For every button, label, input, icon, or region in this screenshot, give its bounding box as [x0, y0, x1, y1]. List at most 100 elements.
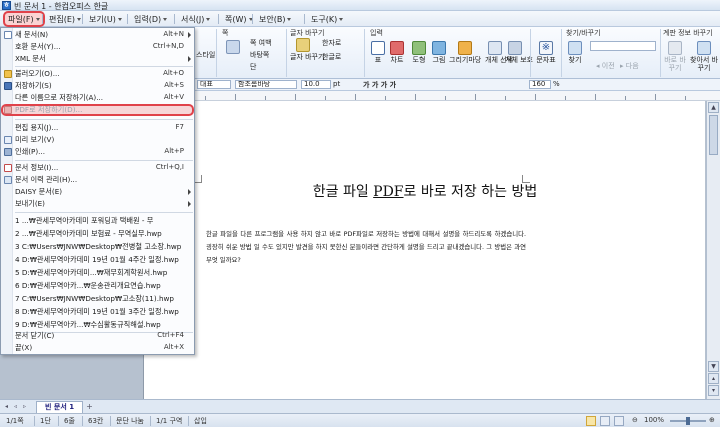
margin-button[interactable]	[220, 40, 246, 55]
menu-item-save[interactable]: 저장하기(S) Alt+S	[1, 80, 194, 92]
horizontal-ruler[interactable]	[195, 91, 720, 101]
submenu-arrow-icon	[188, 189, 191, 195]
multi-column-button[interactable]: 쪽 여백	[250, 39, 272, 47]
picture-icon	[432, 41, 446, 55]
menu-format[interactable]: 서식(J)	[177, 13, 214, 25]
menu-item-label: 끝(X)	[15, 343, 33, 352]
drawing-gallery-button[interactable]: 그리기마당	[449, 41, 481, 64]
scroll-down-icon[interactable]: ▼	[708, 361, 719, 372]
table-button[interactable]: 표	[370, 41, 386, 64]
menu-item-xml-document[interactable]: XML 문서	[1, 53, 194, 65]
quick-replace-button[interactable]: 바로 바꾸기	[662, 41, 688, 72]
menu-item-new-document[interactable]: 새 문서(N) Alt+N	[1, 29, 194, 41]
chevron-down-icon	[117, 18, 122, 21]
shape-button[interactable]: 도형	[410, 41, 428, 64]
char-map-button[interactable]: ※ 문자표	[534, 41, 558, 64]
find-prev-button[interactable]: ◂ 이전	[596, 62, 615, 70]
menu-item-recent-8[interactable]: 8 D:₩관세무역아카데미 19년 01월 3주간 일정.hwp	[1, 306, 194, 318]
menu-item-label: 미리 보기(V)	[15, 135, 55, 144]
menu-item-recent-3[interactable]: 3 C:₩Users₩JNW₩Desktop₩전병철 고소장.hwp	[1, 241, 194, 253]
menu-item-page-setup[interactable]: 편집 용지(J)... F7	[1, 122, 194, 134]
view-mode-icon[interactable]	[586, 416, 596, 426]
prev-page-icon[interactable]: ▴	[708, 373, 719, 384]
menu-item-print[interactable]: 인쇄(P)... Alt+P	[1, 146, 194, 158]
font-size-input[interactable]: 10.0	[301, 80, 331, 89]
find-replace-icon	[697, 41, 711, 55]
bold-italic-underline-buttons[interactable]: 가 가 가 가	[363, 80, 396, 90]
font-size-unit: pt	[333, 80, 341, 88]
zoom-slider-handle[interactable]	[686, 417, 690, 425]
layout-view-icon[interactable]	[600, 416, 610, 426]
char-convert-button[interactable]: 글자 바꾸기	[290, 38, 324, 61]
menu-file[interactable]: 파일(F)	[3, 11, 45, 27]
menu-tools-label: 도구(K)	[311, 15, 338, 24]
menu-item-recent-4[interactable]: 4 D:₩관세무역아카데미 19년 01월 4주간 일정.hwp	[1, 254, 194, 266]
add-tab-icon[interactable]: +	[86, 403, 93, 411]
menu-item-history[interactable]: 문서 이력 관리(H)...	[1, 174, 194, 186]
document-title-part: 한글 파일	[312, 184, 374, 200]
menu-item-recent-6[interactable]: 6 D:₩관세무역아카...₩운송관리개요연습.hwp	[1, 280, 194, 292]
hanja-button[interactable]: 한자로	[322, 39, 341, 47]
find-replace-button[interactable]: 찾아서 바꾸기	[690, 41, 718, 72]
picture-button[interactable]: 그림	[430, 41, 448, 64]
menu-insert[interactable]: 입력(D)	[130, 13, 171, 25]
menu-item-save-as[interactable]: 다른 이름으로 저장하기(A)... Alt+V	[1, 92, 194, 104]
page-view-icon[interactable]	[614, 416, 624, 426]
tab-first-icon[interactable]: ◂	[3, 403, 10, 410]
menu-item-daisy[interactable]: DAISY 문서(E)	[1, 186, 194, 198]
ribbon-separator	[530, 29, 531, 77]
menu-item-recent-7[interactable]: 7 C:₩Users₩JNW₩Desktop₩고소장(11).hwp	[1, 293, 194, 305]
background-page-button[interactable]: 바탕쪽	[250, 51, 269, 59]
menu-item-recent-1[interactable]: 1 ...₩관세무역아카데미 포워딩과 택배원 - 무	[1, 215, 194, 227]
scrollbar-thumb[interactable]	[709, 115, 718, 155]
menu-view[interactable]: 보기(U)	[85, 13, 126, 25]
menu-edit[interactable]: 편집(E)	[45, 13, 85, 25]
menu-security[interactable]: 보안(B)	[255, 13, 295, 25]
menu-item-compat-document[interactable]: 호환 문서(Y)... Ctrl+N,D	[1, 41, 194, 53]
find-input[interactable]	[590, 41, 656, 51]
document-page[interactable]: 한글 파일 PDF로 바로 저장 하는 방법 한글 파일을 다른 프로그램을 사…	[143, 101, 705, 399]
zoom-unit: %	[553, 80, 560, 88]
zoom-out-icon[interactable]: ⊖	[632, 416, 638, 424]
find-button[interactable]: 찾기	[566, 41, 584, 64]
menu-item-exit[interactable]: 끝(X) Alt+X	[1, 342, 194, 354]
hangul-button[interactable]: 한글로	[322, 53, 341, 61]
menu-item-send[interactable]: 보내기(E)	[1, 198, 194, 210]
object-protect-button[interactable]: 개체 보호	[505, 41, 533, 64]
document-title[interactable]: 한글 파일 PDF로 바로 저장 하는 방법	[144, 181, 706, 201]
status-separator	[34, 416, 35, 426]
ruler-tick	[655, 94, 656, 100]
next-page-icon[interactable]: ▾	[708, 385, 719, 396]
menu-item-label: XML 문서	[15, 54, 46, 63]
menu-separator	[15, 160, 193, 161]
find-next-button[interactable]: ▸ 다음	[620, 62, 639, 70]
status-insert-mode[interactable]: 삽입	[194, 416, 207, 426]
document-body-text[interactable]: 한글 파일을 다른 프로그램을 사용 하지 않고 바로 PDF파일로 저장하는 …	[206, 228, 526, 267]
menu-tools[interactable]: 도구(K)	[307, 13, 347, 25]
column-split-button[interactable]: 단	[250, 63, 256, 71]
tab-next-icon[interactable]: ▹	[21, 403, 28, 410]
zoom-select[interactable]: 160	[529, 80, 551, 89]
object-select-button[interactable]: 개체 선택	[485, 41, 513, 64]
ribbon-separator	[561, 29, 562, 77]
menu-item-recent-2[interactable]: 2 ...₩관세무역아카데미 보험료 - 무역실무.hwp	[1, 228, 194, 240]
scroll-up-icon[interactable]: ▲	[708, 102, 719, 113]
chart-button[interactable]: 차트	[388, 41, 406, 64]
menu-separator	[42, 14, 43, 24]
menu-item-recent-5[interactable]: 5 D:₩관세무역아카데미...₩재무회계학원서.hwp	[1, 267, 194, 279]
menu-item-save-as-pdf[interactable]: PDF로 저장하기(D)...	[1, 104, 194, 116]
style-select[interactable]: 대표	[197, 80, 231, 89]
menu-separator	[82, 14, 83, 24]
menu-item-shortcut: F7	[175, 123, 184, 131]
tab-prev-icon[interactable]: ◃	[12, 403, 19, 410]
zoom-in-icon[interactable]: ⊕	[709, 416, 715, 424]
zoom-level[interactable]: 100%	[644, 416, 664, 424]
font-select[interactable]: 함초롬바탕	[235, 80, 297, 89]
menu-item-print-preview[interactable]: 미리 보기(V)	[1, 134, 194, 146]
menu-item-open[interactable]: 불러오기(O)... Alt+O	[1, 68, 194, 80]
menu-item-document-info[interactable]: 문서 정보(I)... Ctrl+Q,I	[1, 162, 194, 174]
style-button[interactable]: 스타일	[196, 51, 215, 59]
vertical-scrollbar[interactable]: ▲ ▼ ▴ ▾	[706, 101, 720, 399]
menu-item-close-document[interactable]: 문서 닫기(C) Ctrl+F4	[1, 330, 194, 342]
tab-document-1[interactable]: 빈 문서 1	[36, 401, 84, 413]
